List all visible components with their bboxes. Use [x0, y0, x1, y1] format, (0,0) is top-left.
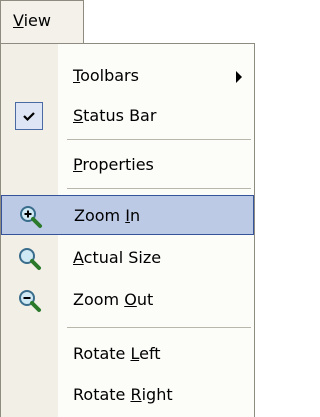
menu-item-status-bar-label: Status Bar — [73, 106, 157, 125]
menu-item-properties[interactable]: Properties — [1, 145, 254, 185]
menu-item-zoom-out-label: Zoom Out — [73, 290, 154, 309]
menu-item-toolbars[interactable]: Toolbars — [1, 56, 254, 96]
menu-view-tab[interactable]: View — [0, 0, 84, 44]
menu-separator — [67, 139, 251, 140]
menu-item-rotate-left[interactable]: Rotate Left — [1, 334, 254, 374]
menu-item-zoom-in[interactable]: Zoom In — [1, 195, 254, 235]
checkmark-icon — [15, 102, 43, 130]
zoom-in-icon — [18, 204, 42, 228]
menu-separator — [67, 327, 251, 328]
menu-separator — [67, 188, 251, 189]
submenu-arrow-icon — [236, 71, 242, 83]
menu-item-toolbars-label: Toolbars — [73, 66, 139, 85]
zoom-out-icon — [17, 288, 41, 312]
menu-item-zoom-in-label: Zoom In — [74, 206, 141, 225]
menu-item-rotate-left-label: Rotate Left — [73, 344, 161, 363]
menu-item-rotate-right[interactable]: Rotate Right — [1, 375, 254, 415]
zoom-icon — [17, 246, 41, 270]
menu-item-properties-label: Properties — [73, 155, 154, 174]
menu-item-zoom-out[interactable]: Zoom Out — [1, 280, 254, 320]
menu-item-actual-size-label: Actual Size — [73, 248, 162, 267]
menu-item-actual-size[interactable]: Actual Size — [1, 238, 254, 278]
menu-view-label: View — [13, 11, 51, 30]
menu-item-rotate-right-label: Rotate Right — [73, 385, 173, 404]
menu-item-status-bar[interactable]: Status Bar — [1, 96, 254, 136]
view-menu-dropdown: Toolbars Status Bar Properties Zoom In A… — [0, 43, 255, 417]
